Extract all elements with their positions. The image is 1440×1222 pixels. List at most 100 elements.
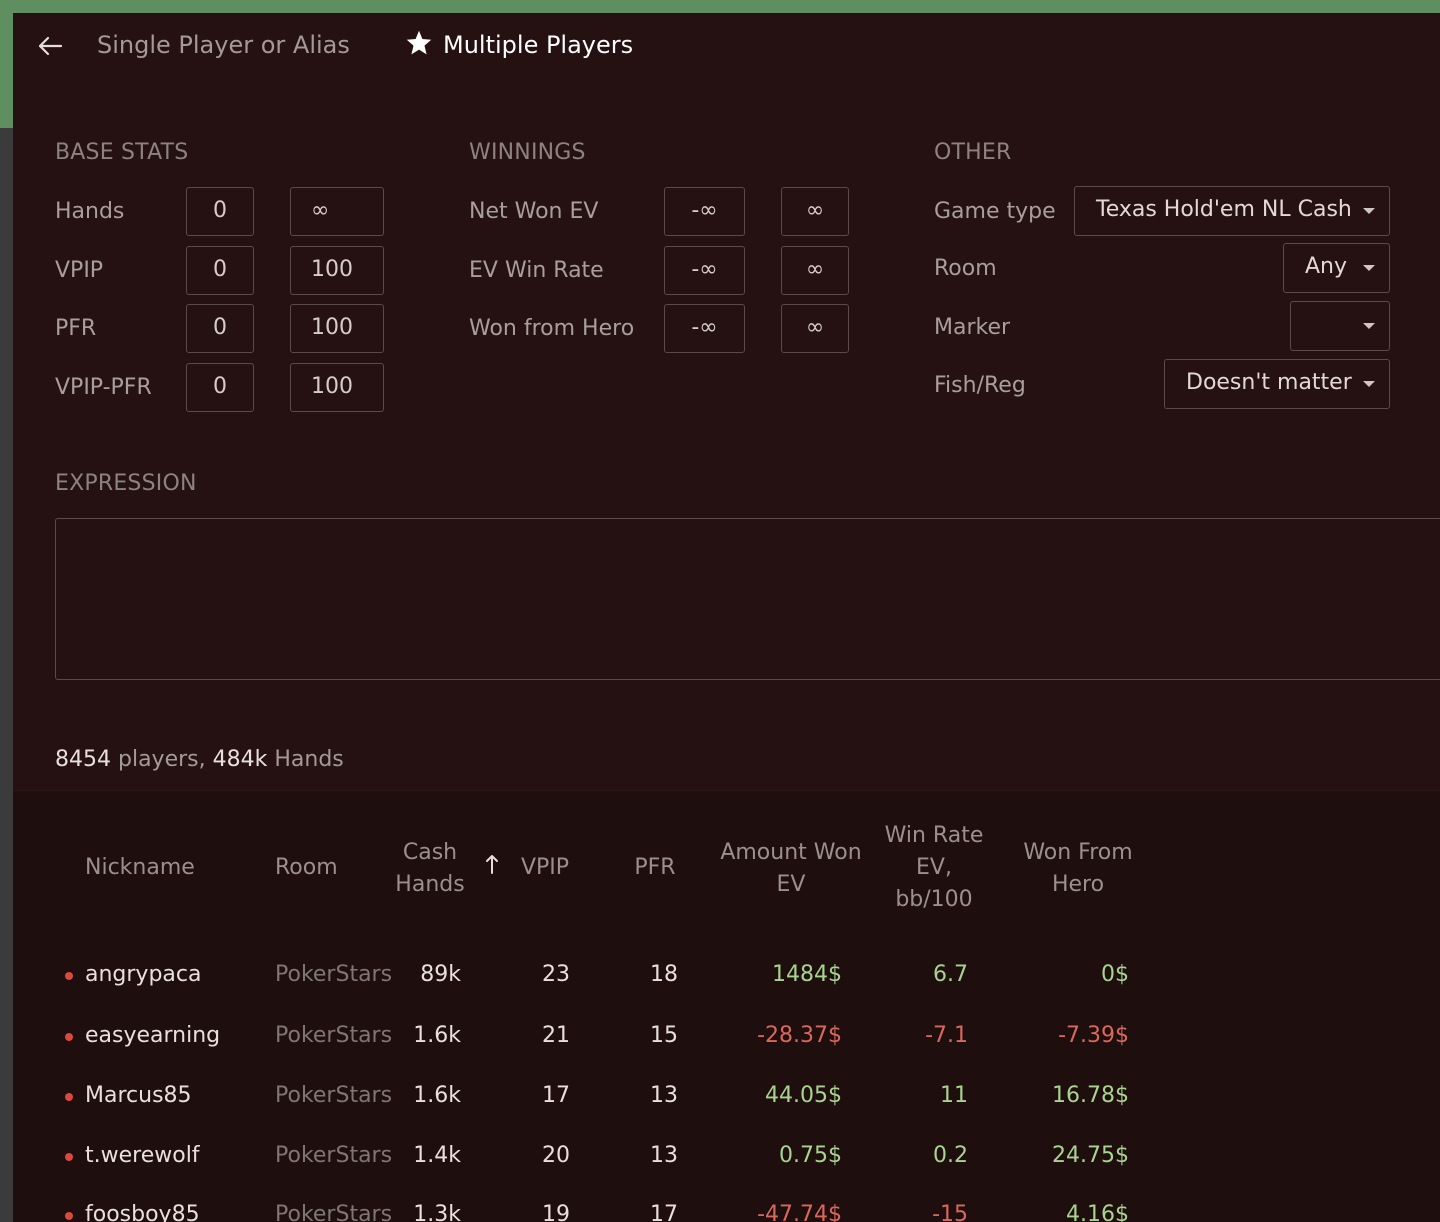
- game-type-dropdown[interactable]: Texas Hold'em NL Cash: [1074, 186, 1390, 236]
- pfr-min-input[interactable]: 0: [186, 304, 254, 353]
- row-amount-won: 0.75$: [779, 1143, 842, 1168]
- tab-single-player[interactable]: Single Player or Alias: [97, 29, 350, 61]
- row-win-rate: 0.2: [933, 1143, 968, 1168]
- table-row[interactable]: Marcus85 PokerStars 1.6k 17 13 44.05$ 11…: [13, 1070, 1440, 1130]
- net-won-ev-label: Net Won EV: [469, 199, 599, 224]
- row-won-from-hero: 24.75$: [1052, 1143, 1129, 1168]
- row-vpip: 23: [542, 962, 570, 987]
- back-button[interactable]: [35, 31, 65, 61]
- row-nickname: angrypaca: [85, 962, 202, 987]
- desktop-background: [0, 0, 1440, 14]
- tab-multiple-players[interactable]: Multiple Players: [405, 29, 633, 61]
- vpip-label: VPIP: [55, 258, 104, 283]
- arrow-left-icon: [38, 36, 63, 56]
- hands-max-input[interactable]: ∞: [290, 187, 384, 236]
- vpip-max-input[interactable]: 100: [290, 246, 384, 295]
- table-row[interactable]: t.werewolf PokerStars 1.4k 20 13 0.75$ 0…: [13, 1130, 1440, 1190]
- row-win-rate: 11: [940, 1083, 968, 1108]
- tab-multiple-players-label: Multiple Players: [443, 31, 634, 59]
- col-cash-hands-line2: Hands: [395, 872, 465, 897]
- col-amount-won-line1: Amount Won: [720, 840, 862, 865]
- results-summary: 8454 players, 484k Hands: [55, 747, 344, 772]
- col-won-from-hero[interactable]: Won From Hero: [1013, 837, 1143, 901]
- hands-count: 484k: [212, 747, 268, 772]
- row-room: PokerStars: [275, 1143, 393, 1168]
- table-row[interactable]: foosboy85 PokerStars 1.3k 19 17 -47.74$ …: [13, 1189, 1440, 1222]
- game-type-value: Texas Hold'em NL Cash: [1096, 197, 1352, 222]
- net-won-ev-max-input[interactable]: ∞: [781, 187, 849, 236]
- row-room: PokerStars: [275, 1202, 393, 1222]
- row-won-from-hero: 4.16$: [1066, 1202, 1129, 1222]
- vpip-min-input[interactable]: 0: [186, 246, 254, 295]
- hands-count-label: Hands: [274, 747, 344, 772]
- row-won-from-hero: 16.78$: [1052, 1083, 1129, 1108]
- fish-reg-label: Fish/Reg: [934, 373, 1026, 398]
- vpip-pfr-min-input[interactable]: 0: [186, 363, 254, 412]
- col-vpip[interactable]: VPIP: [515, 852, 575, 884]
- status-dot: [65, 1153, 73, 1161]
- fish-reg-value: Doesn't matter: [1186, 370, 1352, 395]
- ev-win-rate-min-input[interactable]: -∞: [664, 246, 745, 295]
- row-pfr: 17: [650, 1202, 678, 1222]
- players-window: Single Player or Alias Multiple Players …: [13, 13, 1440, 1222]
- row-room: PokerStars: [275, 1023, 393, 1048]
- game-type-label: Game type: [934, 199, 1056, 224]
- row-nickname: Marcus85: [85, 1083, 192, 1108]
- col-nickname[interactable]: Nickname: [85, 852, 195, 884]
- col-win-rate-line2: EV,: [916, 855, 952, 880]
- row-amount-won: 44.05$: [765, 1083, 842, 1108]
- desktop-background-gray: [0, 128, 13, 1222]
- other-title: OTHER: [934, 140, 1012, 165]
- arrow-up-icon[interactable]: [485, 853, 499, 875]
- col-won-from-hero-line2: Hero: [1051, 872, 1105, 897]
- row-win-rate: -7.1: [925, 1023, 968, 1048]
- col-win-rate-line3: bb/100: [895, 887, 973, 912]
- chevron-down-icon: [1363, 381, 1375, 387]
- col-pfr[interactable]: PFR: [625, 852, 685, 884]
- won-from-hero-min-input[interactable]: -∞: [664, 304, 745, 353]
- room-label: Room: [934, 256, 997, 281]
- row-won-from-hero: -7.39$: [1058, 1023, 1129, 1048]
- row-vpip: 20: [542, 1143, 570, 1168]
- chevron-down-icon: [1363, 265, 1375, 271]
- col-won-from-hero-line1: Won From: [1023, 840, 1133, 865]
- hands-label: Hands: [55, 199, 125, 224]
- room-dropdown[interactable]: Any: [1283, 243, 1390, 293]
- col-cash-hands[interactable]: Cash Hands: [385, 837, 475, 901]
- row-nickname: t.werewolf: [85, 1143, 200, 1168]
- row-room: PokerStars: [275, 962, 393, 987]
- col-win-rate-line1: Win Rate: [884, 823, 984, 848]
- won-from-hero-max-input[interactable]: ∞: [781, 304, 849, 353]
- row-amount-won: 1484$: [772, 962, 842, 987]
- row-room: PokerStars: [275, 1083, 393, 1108]
- chevron-down-icon: [1363, 323, 1375, 329]
- players-label: players,: [118, 747, 206, 772]
- row-win-rate: 6.7: [933, 962, 968, 987]
- row-hands: 89k: [420, 962, 461, 987]
- row-vpip: 17: [542, 1083, 570, 1108]
- ev-win-rate-label: EV Win Rate: [469, 258, 604, 283]
- won-from-hero-label: Won from Hero: [469, 316, 635, 341]
- row-win-rate: -15: [932, 1202, 968, 1222]
- pfr-max-input[interactable]: 100: [290, 304, 384, 353]
- table-row[interactable]: angrypaca PokerStars 89k 23 18 1484$ 6.7…: [13, 949, 1440, 1009]
- col-amount-won-ev[interactable]: Amount Won EV: [713, 837, 869, 901]
- vpip-pfr-label: VPIP-PFR: [55, 375, 152, 400]
- table-row[interactable]: easyearning PokerStars 1.6k 21 15 -28.37…: [13, 1010, 1440, 1070]
- star-icon: [406, 30, 432, 55]
- vpip-pfr-max-input[interactable]: 100: [290, 363, 384, 412]
- marker-dropdown[interactable]: [1290, 301, 1390, 351]
- chevron-down-icon: [1363, 208, 1375, 214]
- ev-win-rate-max-input[interactable]: ∞: [781, 246, 849, 295]
- fish-reg-dropdown[interactable]: Doesn't matter: [1164, 359, 1390, 409]
- col-cash-hands-line1: Cash: [402, 840, 458, 865]
- status-dot: [65, 1093, 73, 1101]
- col-win-rate[interactable]: Win Rate EV, bb/100: [879, 820, 989, 916]
- net-won-ev-min-input[interactable]: -∞: [664, 187, 745, 236]
- hands-min-input[interactable]: 0: [186, 187, 254, 236]
- status-dot: [65, 1212, 73, 1220]
- col-room[interactable]: Room: [275, 852, 338, 884]
- expression-input[interactable]: [55, 518, 1440, 680]
- row-nickname: foosboy85: [85, 1202, 200, 1222]
- filters-panel: Single Player or Alias Multiple Players …: [13, 13, 1440, 790]
